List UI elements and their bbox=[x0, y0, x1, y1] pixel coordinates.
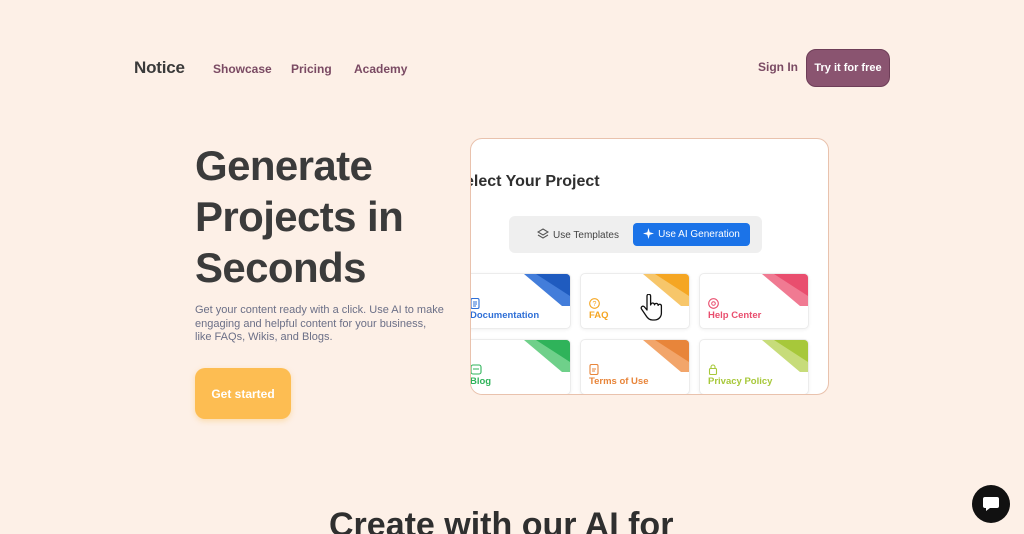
use-templates-tab[interactable]: Use Templates bbox=[536, 228, 619, 243]
corner-ribbon bbox=[762, 340, 808, 372]
mode-switcher: Use Templates Use AI Generation bbox=[509, 216, 762, 253]
templates-icon bbox=[536, 228, 550, 243]
nav-link-showcase[interactable]: Showcase bbox=[213, 62, 272, 76]
chat-bubble-icon bbox=[983, 497, 999, 511]
tile-faq[interactable]: ? FAQ bbox=[580, 273, 690, 329]
tile-blog[interactable]: Blog bbox=[470, 339, 571, 394]
tile-documentation[interactable]: Documentation bbox=[470, 273, 571, 329]
corner-ribbon bbox=[524, 274, 570, 306]
nav-link-pricing[interactable]: Pricing bbox=[291, 62, 332, 76]
tile-label: FAQ bbox=[589, 310, 609, 321]
corner-ribbon bbox=[524, 340, 570, 372]
nav-link-academy[interactable]: Academy bbox=[354, 62, 407, 76]
get-started-button[interactable]: Get started bbox=[195, 368, 291, 419]
chat-button[interactable] bbox=[972, 485, 1010, 523]
tile-label: Blog bbox=[470, 376, 492, 387]
tile-label: Privacy Policy bbox=[708, 376, 773, 387]
tile-terms-of-use[interactable]: Terms of Use bbox=[580, 339, 690, 394]
top-nav: Notice Showcase Pricing Academy Sign In … bbox=[0, 0, 1024, 130]
tile-privacy-policy[interactable]: Privacy Policy bbox=[699, 339, 809, 394]
tile-help-center[interactable]: Help Center bbox=[699, 273, 809, 329]
preview-title: elect Your Project bbox=[470, 173, 600, 190]
hand-cursor-icon bbox=[640, 294, 663, 321]
section-title: Create with our AI for bbox=[329, 506, 674, 534]
use-ai-generation-label: Use AI Generation bbox=[658, 229, 740, 240]
use-templates-label: Use Templates bbox=[553, 230, 619, 241]
corner-ribbon bbox=[643, 340, 689, 372]
svg-text:?: ? bbox=[593, 301, 597, 308]
project-preview-card: elect Your Project Use Templates Use AI … bbox=[470, 138, 829, 395]
sign-in-link[interactable]: Sign In bbox=[758, 60, 798, 74]
use-ai-generation-tab[interactable]: Use AI Generation bbox=[633, 223, 750, 246]
logo[interactable]: Notice bbox=[134, 58, 185, 78]
corner-ribbon bbox=[762, 274, 808, 306]
tile-label: Help Center bbox=[708, 310, 762, 321]
try-free-button[interactable]: Try it for free bbox=[806, 49, 890, 87]
sparkle-icon bbox=[643, 227, 655, 242]
hero-subtitle: Get your content ready with a click. Use… bbox=[195, 304, 444, 343]
tile-label: Documentation bbox=[470, 310, 540, 321]
tile-label: Terms of Use bbox=[589, 376, 649, 387]
hero-title: Generate Projects in Seconds bbox=[195, 142, 404, 291]
